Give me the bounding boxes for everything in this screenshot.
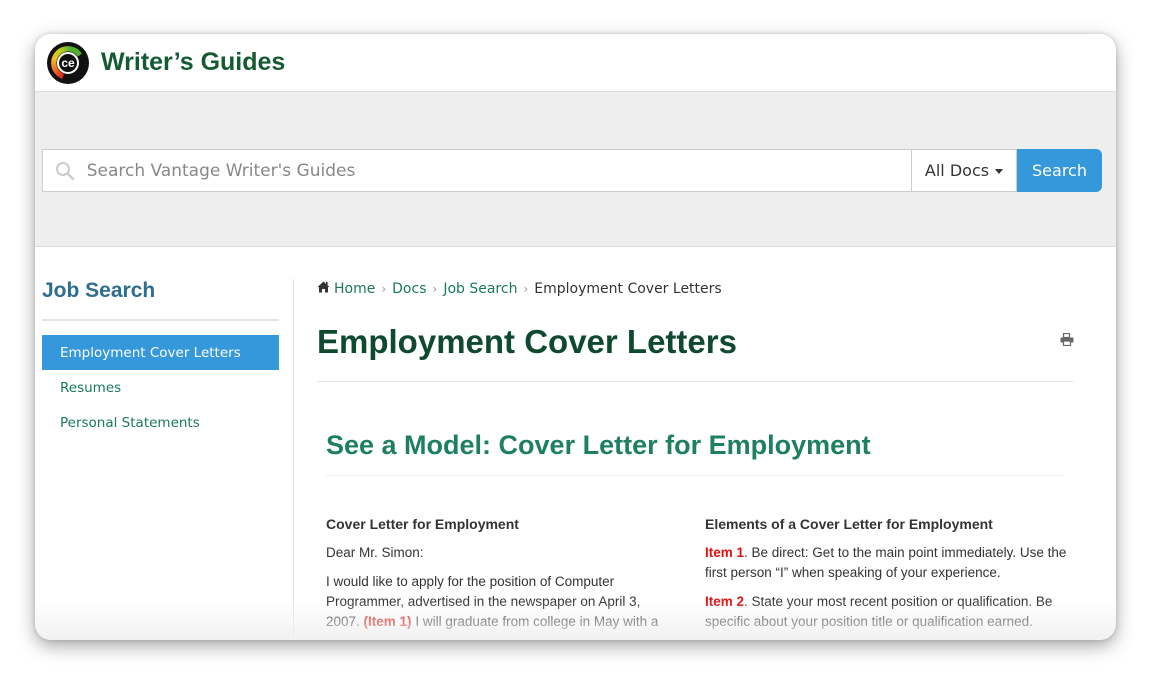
chevron-right-icon: ›	[381, 282, 387, 296]
breadcrumb-docs[interactable]: Docs	[392, 281, 426, 297]
chevron-right-icon: ›	[523, 282, 529, 296]
element-item-label: Item 1	[705, 545, 745, 560]
letter-elements: Elements of a Cover Letter for Employmen…	[705, 514, 1070, 640]
paragraph-text: I will graduate from college in May with…	[411, 614, 659, 629]
print-icon[interactable]	[1060, 331, 1074, 350]
browser-window: ce Writer’s Guides All Docs Search Job S…	[35, 34, 1116, 640]
item-marker: (Item 1)	[363, 614, 412, 629]
sidebar-title: Job Search	[42, 279, 279, 321]
element-item: Item 1. Be direct: Get to the main point…	[705, 543, 1070, 583]
page-title: Employment Cover Letters	[317, 323, 737, 360]
breadcrumb-current: Employment Cover Letters	[534, 281, 722, 297]
sidebar-nav: Employment Cover Letters Resumes Persona…	[42, 335, 279, 440]
sidebar-item-resumes[interactable]: Resumes	[42, 370, 279, 405]
content-area: Job Search Employment Cover Letters Resu…	[35, 247, 1116, 639]
site-title[interactable]: Writer’s Guides	[101, 48, 285, 77]
search-button[interactable]: Search	[1017, 149, 1102, 192]
main-content: Home › Docs › Job Search › Employment Co…	[317, 281, 1074, 640]
element-item: Item 2. State your most recent position …	[705, 592, 1070, 632]
letter-elements-heading: Elements of a Cover Letter for Employmen…	[705, 516, 993, 532]
sidebar: Job Search Employment Cover Letters Resu…	[42, 279, 279, 440]
site-header: ce Writer’s Guides	[35, 34, 1116, 92]
sidebar-item-employment-cover-letters[interactable]: Employment Cover Letters	[42, 335, 279, 370]
breadcrumb-home[interactable]: Home	[334, 281, 375, 297]
column-divider	[293, 279, 294, 639]
page-title-row: Employment Cover Letters	[317, 323, 1074, 382]
chevron-right-icon: ›	[432, 282, 438, 296]
logo-icon[interactable]: ce	[47, 41, 89, 84]
model-letter-heading: Cover Letter for Employment	[326, 516, 519, 532]
model-letter: Cover Letter for Employment Dear Mr. Sim…	[326, 514, 676, 640]
breadcrumb-job-search[interactable]: Job Search	[443, 281, 517, 297]
search-band: All Docs Search	[35, 92, 1116, 247]
element-item-label: Item 2	[705, 594, 745, 609]
sidebar-item-personal-statements[interactable]: Personal Statements	[42, 405, 279, 440]
model-letter-salutation: Dear Mr. Simon:	[326, 545, 424, 560]
search-icon	[43, 161, 87, 181]
logo-text: ce	[57, 51, 79, 74]
section-title: See a Model: Cover Letter for Employment	[326, 430, 1064, 476]
doc-scope-dropdown[interactable]: All Docs	[911, 149, 1017, 192]
element-item-text: . Be direct: Get to the main point immed…	[705, 545, 1067, 580]
model-letter-paragraph: I would like to apply for the position o…	[326, 572, 676, 632]
element-item-text: . State your most recent position or qua…	[705, 594, 1053, 629]
search-input[interactable]	[86, 160, 911, 181]
model-columns: Cover Letter for Employment Dear Mr. Sim…	[326, 514, 1074, 640]
search-bar: All Docs Search	[42, 149, 1102, 192]
breadcrumb: Home › Docs › Job Search › Employment Co…	[317, 281, 1074, 297]
home-icon[interactable]	[317, 281, 330, 297]
doc-scope-label: All Docs	[924, 161, 990, 180]
search-field-wrapper	[42, 149, 911, 192]
caret-down-icon	[995, 169, 1004, 174]
